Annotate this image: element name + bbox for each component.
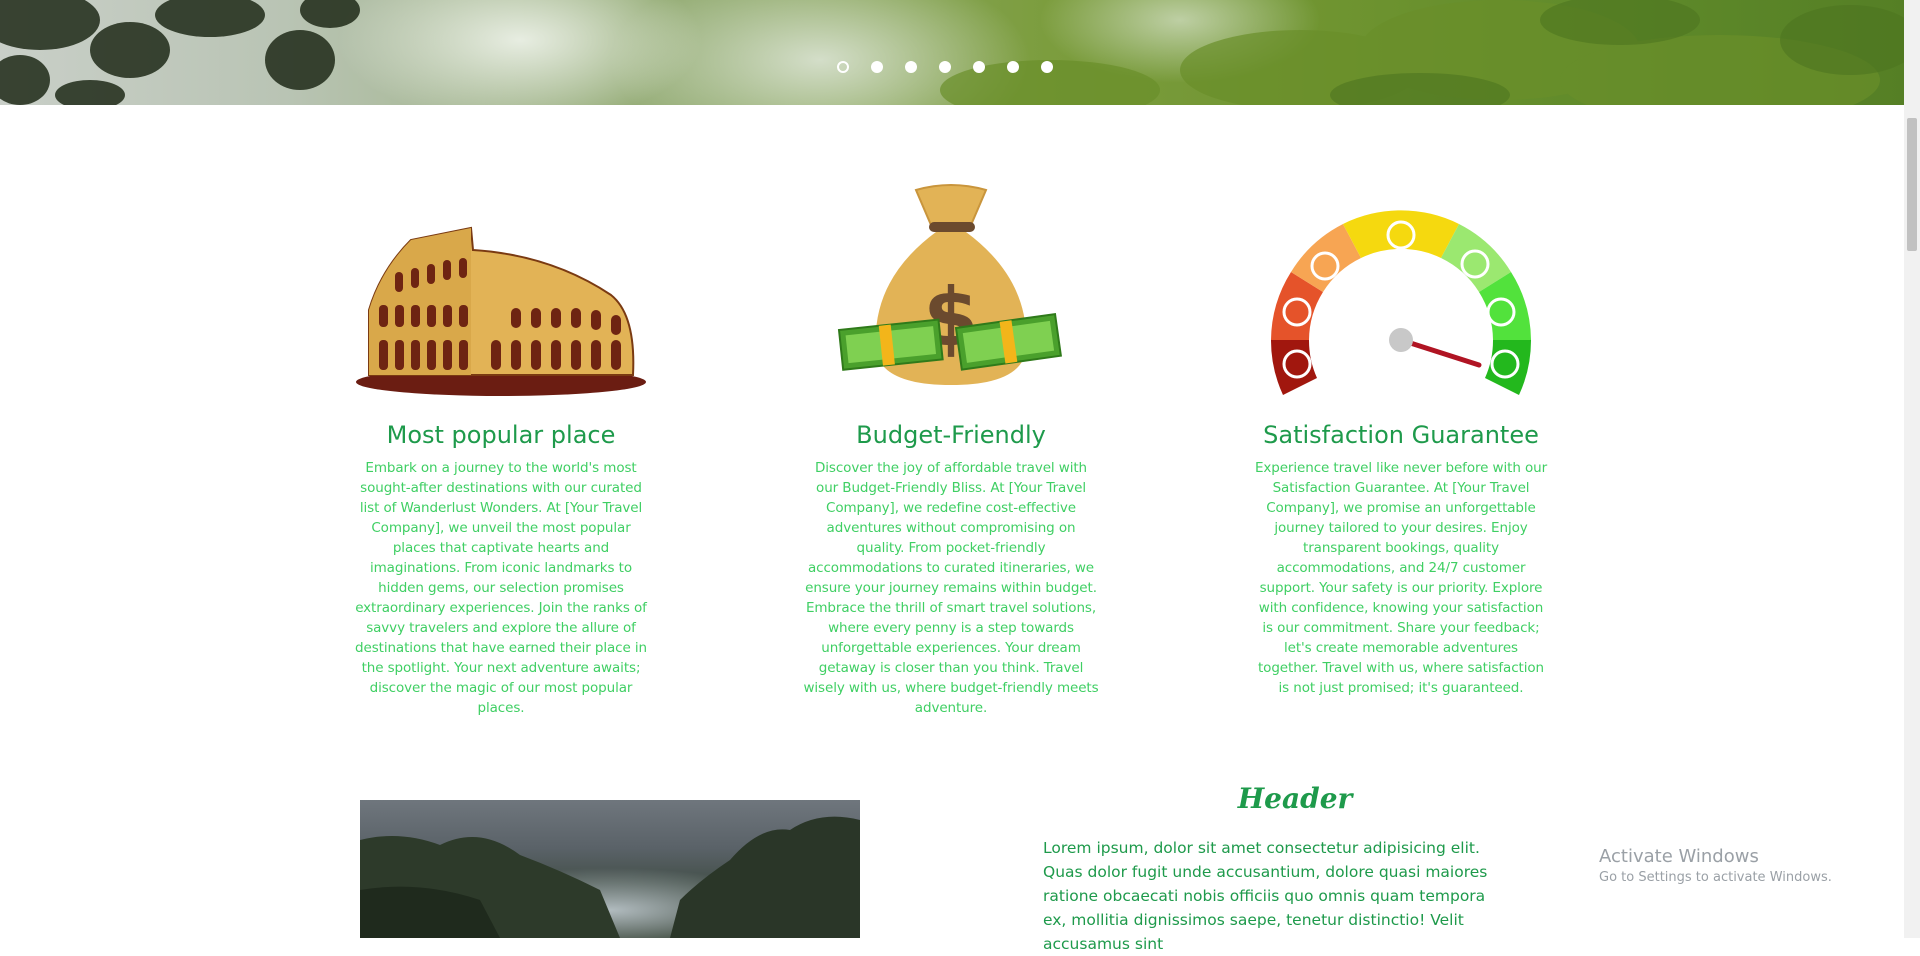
slide-dot-3[interactable] <box>905 61 917 73</box>
colosseum-icon <box>351 180 651 400</box>
money-bag-icon: $ <box>801 180 1101 400</box>
slide-dot-7[interactable] <box>1041 61 1053 73</box>
forest-background-image <box>0 0 1904 105</box>
windows-activation-watermark: Activate Windows Go to Settings to activ… <box>1599 846 1832 888</box>
slide-dot-2[interactable] <box>871 61 883 73</box>
feature-description: Discover the joy of affordable travel wi… <box>803 460 1099 716</box>
slide-dot-4[interactable] <box>939 61 951 73</box>
feature-most-popular: Most popular place Embark on a journey t… <box>351 180 651 718</box>
feature-description: Embark on a journey to the world's most … <box>355 460 647 716</box>
slide-dot-5[interactable] <box>973 61 985 73</box>
feature-description: Experience travel like never before with… <box>1254 460 1548 696</box>
scrollbar-thumb[interactable] <box>1907 118 1917 251</box>
slider-pagination <box>837 61 1053 73</box>
feature-satisfaction-guarantee: Satisfaction Guarantee Experience travel… <box>1251 180 1551 698</box>
slide-dot-6[interactable] <box>1007 61 1019 73</box>
page-scrollbar[interactable] <box>1904 0 1920 938</box>
section-body-text: Lorem ipsum, dolor sit amet consectetur … <box>1043 839 1488 953</box>
feature-title: Most popular place <box>386 421 616 449</box>
watermark-subtitle: Go to Settings to activate Windows. <box>1599 870 1832 885</box>
lake-forest-photo <box>360 800 860 938</box>
slide-dot-1[interactable] <box>837 61 849 73</box>
feature-title: Satisfaction Guarantee <box>1263 421 1539 449</box>
feature-budget-friendly: $ Budget-Friendly Discover the joy of af… <box>801 180 1101 718</box>
satisfaction-gauge-icon <box>1251 180 1551 400</box>
watermark-title: Activate Windows <box>1599 846 1759 867</box>
section-header: Header <box>1237 782 1353 815</box>
feature-title: Budget-Friendly <box>856 421 1046 449</box>
hero-slider <box>0 0 1904 105</box>
